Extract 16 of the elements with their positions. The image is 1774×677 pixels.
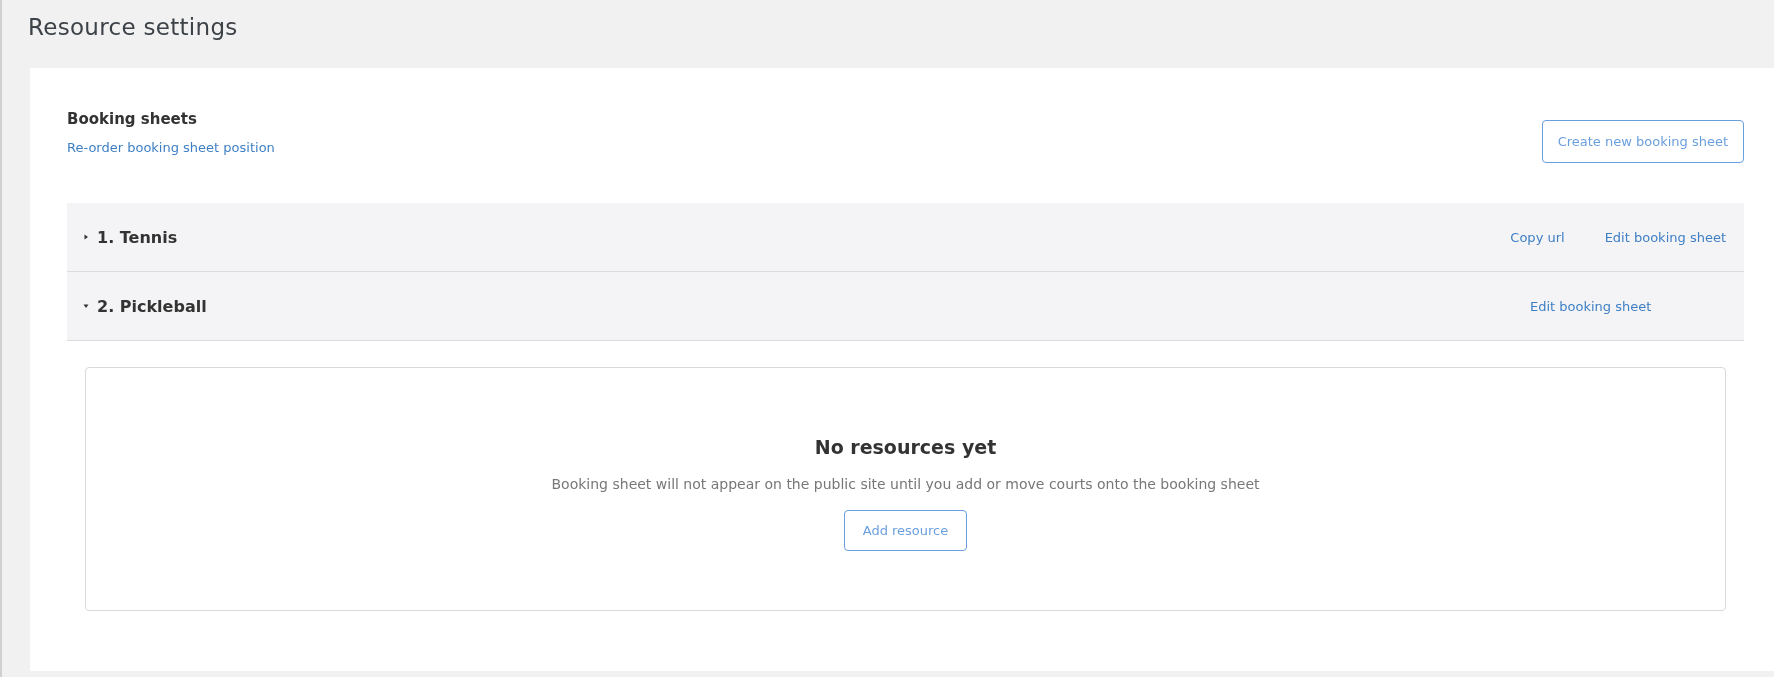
section-heading: Booking sheets [67, 110, 198, 128]
row-action-link[interactable]: Edit booking sheet [1604, 229, 1726, 245]
empty-state-message: Booking sheet will not appear on the public site until you add or move courts onto the booking sheet [551, 476, 1260, 492]
row-action-link[interactable]: Copy url [1510, 229, 1565, 245]
booking-sheet-row[interactable]: 2. Pickleball Edit booking sheet [67, 272, 1744, 341]
caret-icon[interactable] [83, 303, 89, 309]
caret-icon[interactable] [83, 234, 89, 240]
booking-sheet-row[interactable]: 1. Tennis Copy url Edit booking sheet [67, 203, 1744, 272]
booking-sheet-name: 2. Pickleball [97, 296, 207, 316]
add-resource-button[interactable]: Add resource [843, 510, 968, 551]
reorder-link[interactable]: Re-order booking sheet position [67, 140, 275, 155]
booking-sheet-name: 1. Tennis [97, 227, 178, 247]
row-action-link[interactable]: Edit booking sheet [1530, 298, 1652, 314]
empty-state-title: No resources yet [814, 436, 997, 458]
page-title: Resource settings [28, 14, 239, 40]
create-booking-sheet-button[interactable]: Create new booking sheet [1541, 120, 1744, 163]
